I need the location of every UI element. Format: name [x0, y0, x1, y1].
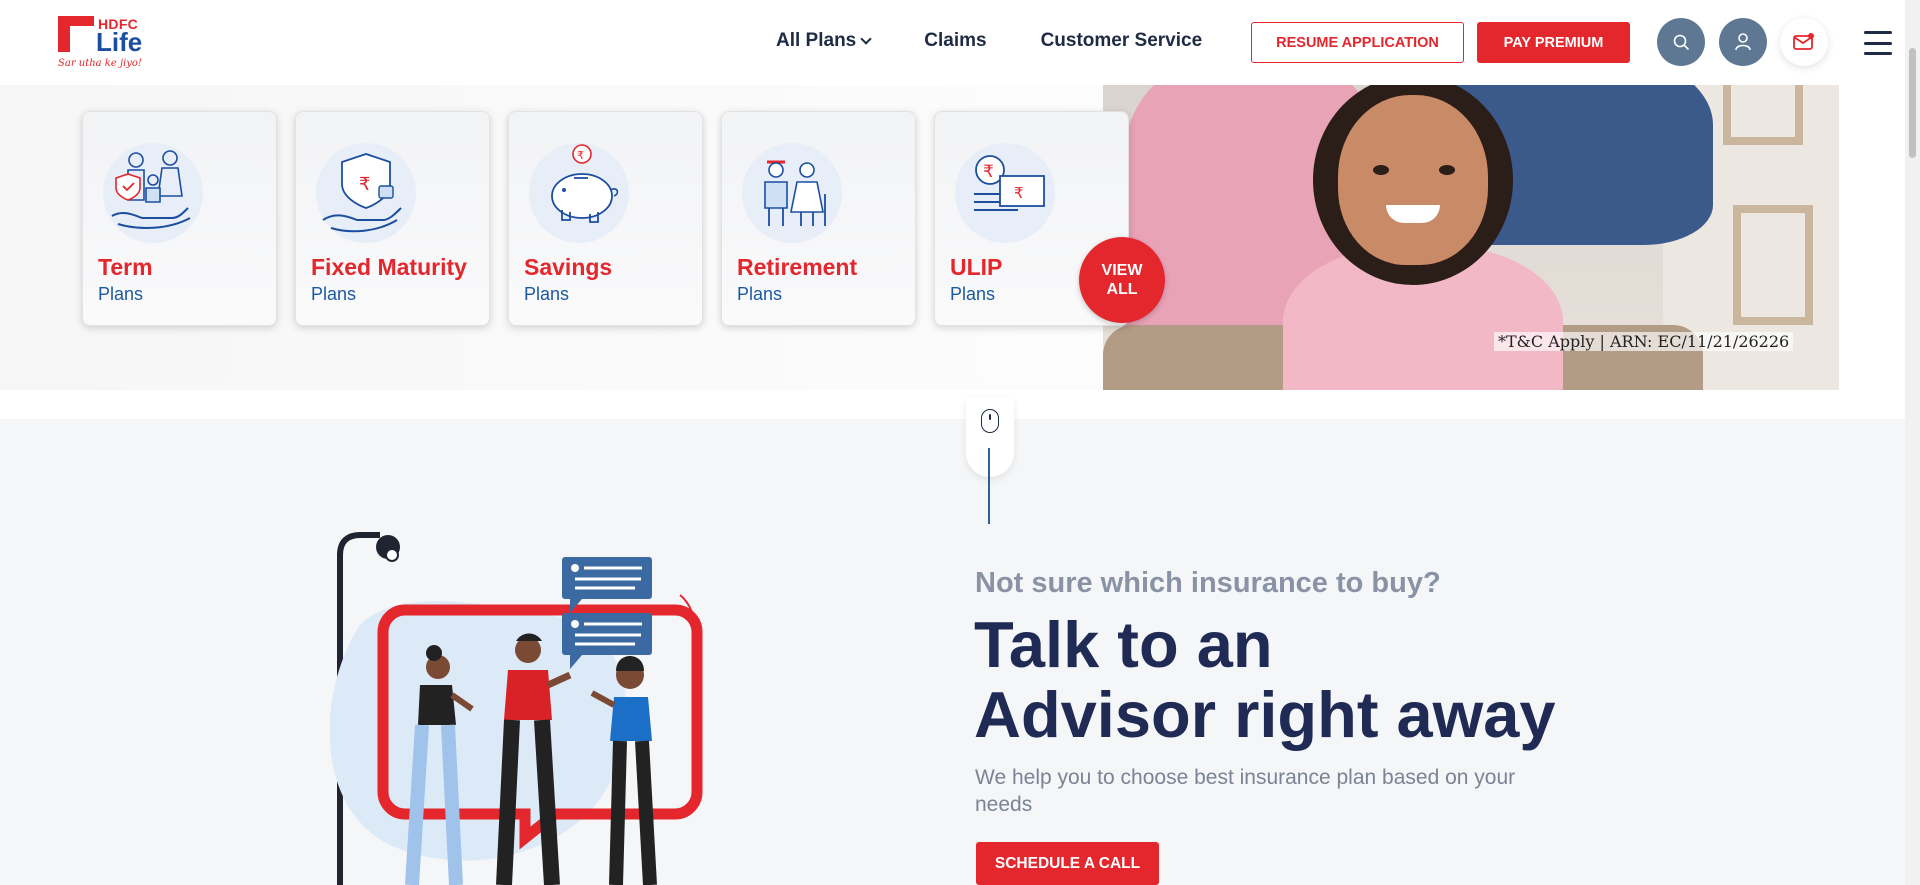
chevron-down-icon	[860, 33, 872, 45]
svg-text:₹: ₹	[983, 162, 994, 182]
plan-card-title: Savings	[524, 254, 613, 280]
nav-claims-label: Claims	[924, 30, 987, 51]
nav-customer-service[interactable]: Customer Service	[1041, 30, 1203, 52]
svg-text:₹: ₹	[1014, 184, 1024, 202]
nav-all-plans[interactable]: All Plans	[776, 30, 872, 52]
nav-customer-service-label: Customer Service	[1040, 30, 1203, 51]
plan-card-fixed-maturity[interactable]: ₹ Fixed Maturity Plans	[295, 111, 490, 326]
view-all-plans-button[interactable]: VIEW ALL	[1079, 237, 1165, 323]
logo-mark	[58, 16, 94, 52]
logo-product-text: Life	[96, 27, 143, 57]
plan-card-subtitle: Plans	[524, 284, 570, 304]
advisor-illustration	[330, 532, 703, 885]
search-icon	[1673, 34, 1689, 50]
plan-card-title: Fixed Maturity	[311, 254, 467, 280]
scroll-line	[988, 448, 990, 524]
plan-card-subtitle: Plans	[311, 284, 357, 304]
plan-card-subtitle: Plans	[98, 284, 144, 304]
view-all-line1: VIEW	[1101, 262, 1143, 279]
pay-premium-button[interactable]: PAY PREMIUM	[1477, 22, 1630, 63]
plan-cards: Term Plans ₹ Fixed Maturity Plans ₹ Savi…	[82, 111, 1129, 326]
advisor-question: Not sure which insurance to buy?	[975, 567, 1441, 599]
user-icon	[1735, 33, 1751, 51]
search-button[interactable]	[1657, 18, 1705, 66]
rupee-coins-notes-icon: ₹ ₹	[955, 143, 1055, 243]
view-all-line2: ALL	[1106, 281, 1138, 298]
plan-card-subtitle: Plans	[737, 284, 783, 304]
plan-card-title: Retirement	[737, 254, 858, 280]
scrollbar-thumb[interactable]	[1909, 48, 1916, 158]
contact-button[interactable]	[1780, 18, 1828, 66]
svg-text:₹: ₹	[359, 174, 370, 195]
hamburger-menu-icon[interactable]	[1864, 31, 1892, 55]
svg-text:₹: ₹	[577, 149, 584, 162]
logo-tagline: Sar utha ke jiyo!	[58, 58, 142, 69]
site-header: HDFC Life Sar utha ke jiyo! All Plans Cl…	[0, 0, 1905, 85]
main-nav: All Plans Claims Customer Service	[776, 30, 1202, 52]
elderly-couple-icon	[742, 143, 842, 243]
contact-icon	[1793, 33, 1814, 50]
schedule-call-button[interactable]: SCHEDULE A CALL	[976, 842, 1159, 885]
tc-disclaimer: *T&C Apply | ARN: EC/11/21/26226	[1494, 332, 1794, 351]
mouse-scroll-icon	[981, 409, 999, 433]
advisor-heading-line1: Talk to an	[974, 608, 1273, 681]
plan-card-title: ULIP	[950, 254, 1003, 280]
scroll-indicator[interactable]	[966, 397, 1014, 477]
page-scrollbar[interactable]	[1905, 0, 1920, 885]
resume-application-button[interactable]: RESUME APPLICATION	[1251, 22, 1464, 63]
plan-card-retirement[interactable]: Retirement Plans	[721, 111, 916, 326]
advisor-heading-line2: Advisor right away	[974, 678, 1556, 751]
advisor-heading: Talk to an Advisor right away	[974, 610, 1674, 750]
advisor-description: We help you to choose best insurance pla…	[975, 766, 1516, 816]
nav-all-plans-label: All Plans	[776, 30, 857, 51]
plan-card-subtitle: Plans	[950, 284, 996, 304]
plan-card-savings[interactable]: ₹ Savings Plans	[508, 111, 703, 326]
piggy-bank-icon: ₹	[529, 143, 629, 243]
plan-card-title: Term	[98, 254, 153, 280]
account-button[interactable]	[1719, 18, 1767, 66]
family-protection-icon	[103, 143, 203, 243]
nav-claims[interactable]: Claims	[924, 30, 986, 52]
hdfc-life-logo[interactable]: HDFC Life Sar utha ke jiyo!	[56, 14, 156, 72]
plan-card-term[interactable]: Term Plans	[82, 111, 277, 326]
rupee-shield-hand-icon: ₹	[316, 143, 416, 243]
